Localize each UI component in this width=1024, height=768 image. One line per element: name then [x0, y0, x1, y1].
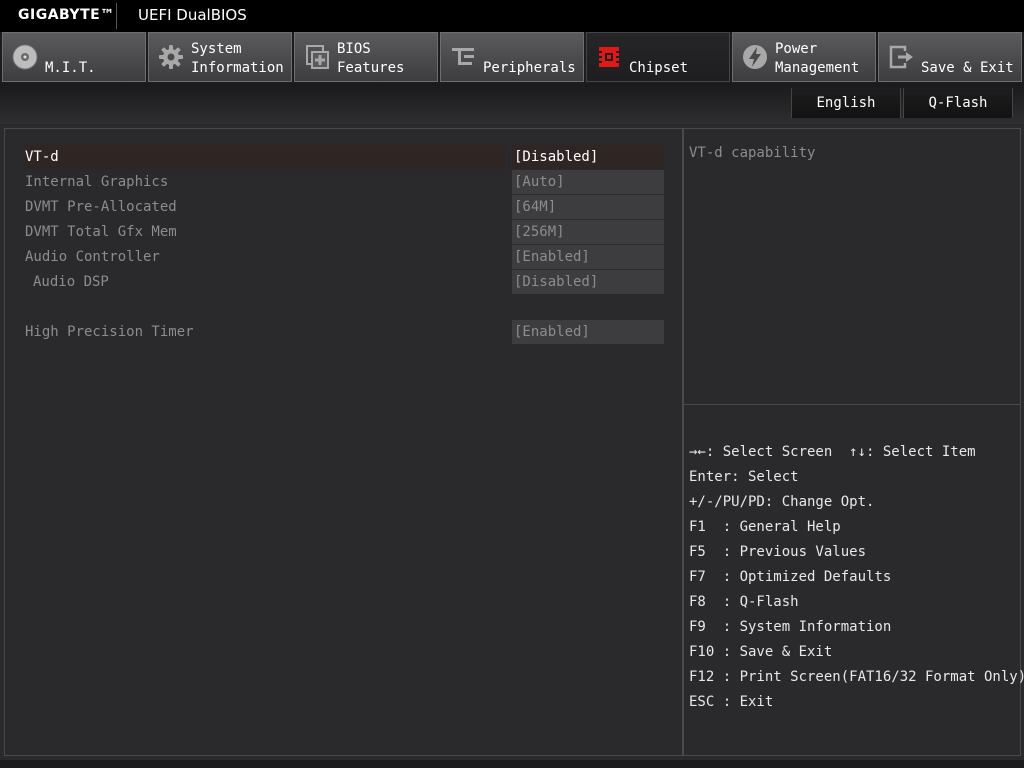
key-hint: →←: Select Screen ↑↓: Select Item	[689, 444, 976, 460]
tab-bios-features[interactable]: BIOS Features	[294, 32, 438, 82]
tab-label: Chipset	[629, 60, 689, 76]
language-button[interactable]: English	[791, 88, 901, 118]
tab-peripherals[interactable]: Peripherals	[440, 32, 584, 82]
tab-label: BIOS Features	[337, 41, 405, 76]
setting-label: High Precision Timer	[25, 324, 194, 340]
key-hint: F12 : Print Screen(FAT16/32 Format Only)	[689, 669, 1024, 685]
key-hint: ESC : Exit	[689, 694, 774, 710]
tab-label: Peripherals	[483, 60, 576, 76]
tab-label: Save & Exit	[921, 60, 1014, 76]
setting-label: DVMT Total Gfx Mem	[25, 224, 177, 240]
power-icon	[743, 45, 767, 69]
setting-row-dvmt-total-gfx-mem[interactable]: DVMT Total Gfx Mem [256M]	[25, 220, 665, 244]
setting-value[interactable]: [64M]	[512, 195, 664, 219]
bios-chip-icon	[306, 45, 329, 69]
setting-value[interactable]: [256M]	[512, 220, 664, 244]
tab-mit[interactable]: M.I.T.	[2, 32, 146, 82]
key-hint: F8 : Q-Flash	[689, 594, 799, 610]
setting-row-vt-d[interactable]: VT-d [Disabled]	[25, 145, 665, 169]
tab-save-exit[interactable]: Save & Exit	[878, 32, 1022, 82]
brand-bar: GIGABYTE™ UEFI DualBIOS	[0, 0, 1024, 32]
selection-highlight	[25, 145, 505, 169]
disc-icon	[12, 44, 38, 70]
setting-row-internal-graphics[interactable]: Internal Graphics [Auto]	[25, 170, 665, 194]
key-hint: F5 : Previous Values	[689, 544, 867, 560]
key-hint: F1 : General Help	[689, 519, 841, 535]
key-hint: F10 : Save & Exit	[689, 644, 833, 660]
setting-label: VT-d	[25, 149, 59, 165]
chipset-icon	[599, 47, 619, 67]
help-panel: VT-d capability	[683, 128, 1021, 405]
setting-value[interactable]: [Disabled]	[512, 270, 664, 294]
tab-chipset[interactable]: Chipset	[586, 32, 730, 82]
setting-row-dvmt-pre-allocated[interactable]: DVMT Pre-Allocated [64M]	[25, 195, 665, 219]
tab-label: Power Management	[775, 41, 860, 76]
key-hint: +/-/PU/PD: Change Opt.	[689, 494, 875, 510]
setting-label: Audio Controller	[25, 249, 160, 265]
key-hint: Enter: Select	[689, 469, 799, 485]
bottom-bar	[0, 760, 1024, 768]
tab-label: M.I.T.	[45, 60, 96, 76]
setting-value[interactable]: [Disabled]	[512, 145, 664, 169]
setting-row-audio-dsp[interactable]: Audio DSP [Disabled]	[25, 270, 665, 294]
setting-row-audio-controller[interactable]: Audio Controller [Enabled]	[25, 245, 665, 269]
peripherals-icon	[452, 48, 474, 65]
key-hint: F9 : System Information	[689, 619, 892, 635]
tab-bar: M.I.T. SystemInformation BIOSFeatures	[0, 32, 1024, 84]
product-title: UEFI DualBIOS	[138, 6, 247, 24]
setting-label: DVMT Pre-Allocated	[25, 199, 177, 215]
tab-system-information[interactable]: System Information	[148, 32, 292, 82]
setting-label: Internal Graphics	[25, 174, 169, 190]
tab-power-management[interactable]: Power Management	[732, 32, 876, 82]
gear-icon	[159, 45, 183, 69]
key-hint: F7 : Optimized Defaults	[689, 569, 892, 585]
setting-value[interactable]: [Enabled]	[512, 320, 664, 344]
settings-panel: VT-d [Disabled] Internal Graphics [Auto]…	[4, 128, 683, 756]
setting-value[interactable]: [Enabled]	[512, 245, 664, 269]
help-description: VT-d capability	[689, 145, 816, 161]
setting-label: Audio DSP	[33, 274, 109, 290]
setting-value[interactable]: [Auto]	[512, 170, 664, 194]
toolbar-strip: English Q-Flash	[0, 84, 1024, 124]
tab-label: System Information	[191, 41, 284, 76]
gigabyte-logo: GIGABYTE™	[18, 7, 115, 23]
exit-icon	[889, 45, 913, 69]
brand-divider	[116, 3, 117, 29]
qflash-button[interactable]: Q-Flash	[903, 88, 1013, 118]
key-legend-panel: →←: Select Screen ↑↓: Select Item Enter:…	[683, 405, 1024, 756]
setting-row-high-precision-timer[interactable]: High Precision Timer [Enabled]	[25, 320, 665, 344]
